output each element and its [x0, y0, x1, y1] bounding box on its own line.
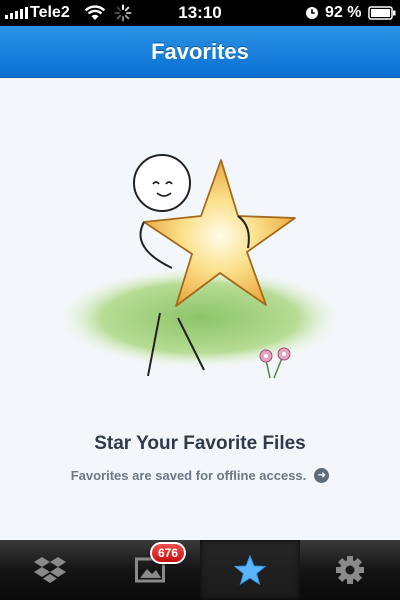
favorites-empty-state: Star Your Favorite Files Favorites are s…	[0, 78, 400, 540]
gear-icon	[336, 556, 364, 584]
orientation-lock-icon	[305, 0, 319, 26]
empty-state-title: Star Your Favorite Files	[94, 433, 306, 454]
page-title: Favorites	[151, 38, 249, 64]
empty-state-subtitle-row[interactable]: Favorites are saved for offline access. …	[0, 468, 400, 483]
battery-percentage: 92 %	[325, 4, 362, 21]
tab-bar: 676	[0, 540, 400, 600]
arrow-circle-icon[interactable]: ➜	[314, 468, 330, 483]
status-bar: Tele2 13:10 92 %	[0, 0, 400, 26]
empty-state-subtitle: Favorites are saved for offline access.	[70, 468, 307, 483]
navigation-bar: Favorites	[0, 26, 400, 78]
star-icon	[234, 555, 266, 585]
dropbox-icon	[34, 557, 66, 583]
tab-settings[interactable]	[300, 540, 400, 600]
tab-favorites[interactable]	[200, 540, 300, 600]
battery-icon	[368, 0, 396, 26]
photos-badge: 676	[150, 542, 187, 564]
tab-dropbox[interactable]	[0, 540, 100, 600]
stick-figure-hugging-star-illustration	[60, 154, 340, 379]
tab-photos[interactable]: 676	[100, 540, 200, 600]
